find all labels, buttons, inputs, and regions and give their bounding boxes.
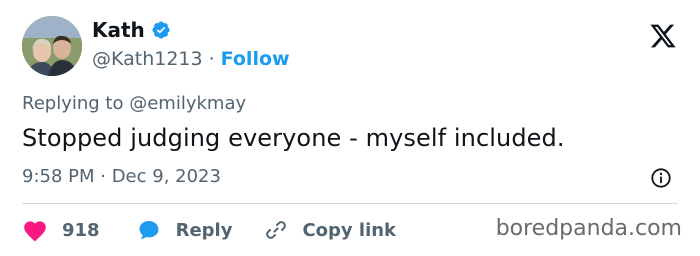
reply-button[interactable]: Reply	[136, 218, 233, 242]
reply-label: Reply	[175, 219, 233, 241]
separator-dot: ·	[208, 48, 215, 70]
reply-mention-link[interactable]: @emilykmay	[129, 93, 246, 114]
x-logo-icon[interactable]	[648, 22, 678, 50]
divider	[22, 203, 678, 204]
display-name[interactable]: Kath	[92, 18, 145, 42]
link-icon	[264, 218, 288, 242]
handle[interactable]: @Kath1213	[92, 48, 203, 70]
action-bar: 918 Reply Copy link	[22, 214, 396, 246]
replying-to-line: Replying to @emilykmay	[22, 93, 246, 114]
like-count: 918	[62, 219, 100, 241]
reply-bubble-icon	[136, 218, 162, 242]
tweet-text: Stopped judging everyone - myself includ…	[22, 124, 565, 152]
heart-icon	[22, 218, 48, 242]
info-icon[interactable]	[650, 167, 672, 189]
verified-badge-icon	[151, 20, 171, 40]
copy-link-label: Copy link	[302, 219, 397, 241]
like-button[interactable]: 918	[22, 218, 100, 242]
follow-button[interactable]: Follow	[221, 48, 290, 70]
handle-row: @Kath1213 · Follow	[92, 48, 290, 70]
name-row: Kath	[92, 18, 171, 42]
avatar[interactable]	[22, 16, 82, 76]
tweet-timestamp[interactable]: 9:58 PM · Dec 9, 2023	[22, 166, 221, 187]
copy-link-button[interactable]: Copy link	[264, 218, 396, 242]
watermark: boredpanda.com	[495, 216, 682, 241]
replying-to-label: Replying to	[22, 93, 124, 114]
tweet-header: Kath @Kath1213 · Follow	[22, 16, 682, 78]
